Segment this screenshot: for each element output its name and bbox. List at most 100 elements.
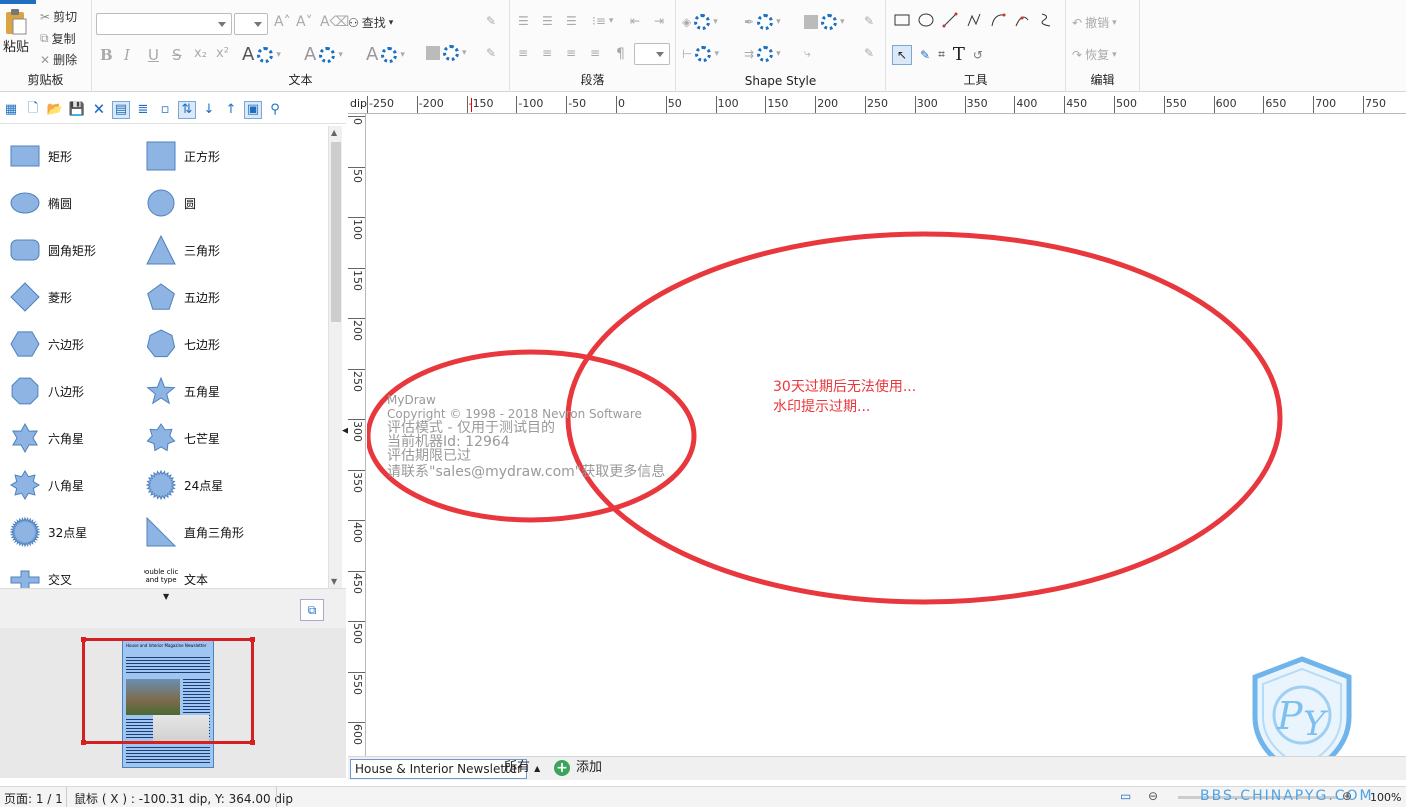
shape-item-rounded-rectangle[interactable]: 圆角矩形 (8, 234, 96, 266)
style-brush-button[interactable]: ✎ (864, 46, 874, 60)
sort-ascending-icon[interactable]: ↓ (200, 101, 218, 119)
bullets-button[interactable]: ⁝≡ ▾ (592, 14, 613, 28)
shape-item-text[interactable]: Double clickand type 文本 (144, 563, 208, 588)
cut-button[interactable]: ✂ 剪切 (40, 8, 77, 25)
scroll-thumb[interactable] (331, 142, 341, 322)
collapse-arrow-icon[interactable]: ▼ (163, 592, 169, 601)
shadow-style-button[interactable]: ▾ (804, 14, 845, 30)
line-tool-icon[interactable] (942, 12, 958, 28)
connector-tool-icon[interactable]: ⌗ (938, 47, 945, 62)
align-bottom-button[interactable]: ☰ (566, 14, 577, 28)
shape-item-star-32[interactable]: 32点星 (8, 516, 87, 548)
page-tab-active[interactable]: House & Interior Newsletter (350, 759, 528, 779)
align-left-button[interactable]: ≡ (518, 46, 528, 60)
align-right-button[interactable]: ≡ (566, 46, 576, 60)
freehand-tool-icon[interactable] (1038, 12, 1054, 28)
font-size-select[interactable] (234, 13, 268, 35)
shape-item-star-6[interactable]: 六角星 (8, 422, 84, 454)
pencil-tool-icon[interactable]: ✎ (920, 48, 930, 62)
line-style-button[interactable]: ✒ ▾ (744, 14, 781, 30)
shape-item-ellipse[interactable]: 椭圆 (8, 187, 72, 219)
viewport-handle[interactable] (81, 740, 86, 745)
style-picker-button[interactable]: ✎ (864, 14, 874, 28)
align-center-button[interactable]: ≡ (542, 46, 552, 60)
shrink-font-button[interactable]: A˅ (296, 14, 313, 30)
viewport-rectangle[interactable] (81, 637, 255, 745)
copy-button[interactable]: ⧉ 复制 (40, 30, 76, 47)
annotation-text[interactable]: 30天过期后无法使用... 水印提示过期... (773, 377, 916, 417)
font-family-select[interactable] (96, 13, 232, 35)
new-library-icon[interactable]: 🗋 (24, 101, 42, 119)
shape-item-star-7[interactable]: 七芒星 (144, 422, 220, 454)
library-menu-icon[interactable]: ▦ (2, 101, 20, 119)
shape-item-triangle[interactable]: 三角形 (144, 234, 220, 266)
pointer-tool[interactable]: ↖ (892, 44, 912, 65)
font-color-button[interactable]: A ▾ (242, 44, 281, 65)
paste-button[interactable]: 粘贴 (2, 8, 30, 56)
ellipse-tool-icon[interactable] (918, 12, 934, 28)
format-painter-button[interactable]: ✎ (486, 14, 496, 28)
clear-format-button[interactable]: A⌫ (320, 14, 349, 30)
superscript-button[interactable]: x² (216, 46, 229, 61)
rectangle-tool-icon[interactable] (894, 12, 910, 28)
drawing-canvas[interactable]: MyDraw Copyright © 1998 - 2018 Nevron So… (367, 115, 1406, 758)
large-ellipse[interactable] (565, 231, 1283, 605)
strikethrough-button[interactable]: S (172, 46, 182, 64)
decrease-indent-button[interactable]: ⇤ (630, 14, 640, 28)
delete-button[interactable]: ✕ 删除 (40, 51, 77, 68)
arc-tool-icon[interactable] (990, 12, 1006, 28)
shape-item-right-triangle[interactable]: 直角三角形 (144, 516, 244, 548)
lasso-tool-icon[interactable]: ↺ (973, 48, 983, 62)
pan-zoom-button[interactable]: ⧉ (300, 599, 324, 621)
shape-library-scrollbar[interactable]: ▲ ▼ (328, 126, 342, 588)
redo-button[interactable]: ↷ 恢复 ▾ (1072, 46, 1117, 63)
open-library-icon[interactable]: 📂 (46, 101, 64, 119)
undo-button[interactable]: ↶ 撤销 ▾ (1072, 14, 1117, 31)
list-view-icon[interactable]: ≣ (134, 101, 152, 119)
save-library-icon[interactable]: 💾 (68, 101, 86, 119)
shape-item-rectangle[interactable]: 矩形 (8, 140, 72, 172)
sort-icon[interactable]: ⇅ (178, 100, 196, 119)
shape-item-diamond[interactable]: 菱形 (8, 281, 72, 313)
shape-item-circle[interactable]: 圆 (144, 187, 196, 219)
shape-item-star-8[interactable]: 八角星 (8, 469, 84, 501)
text-brush-button[interactable]: ✎ (486, 46, 496, 60)
shape-item-star-24[interactable]: 24点星 (144, 469, 223, 501)
fit-page-icon[interactable]: ▭ (1120, 789, 1131, 803)
all-pages-button[interactable]: 所有 ▲ (504, 759, 540, 778)
zoom-in-icon[interactable]: ⊕ (1342, 789, 1352, 803)
curve-tool-icon[interactable] (1014, 12, 1030, 28)
end-arrow-button[interactable]: ⇉ ▾ (744, 46, 781, 62)
scroll-up-icon[interactable]: ▲ (331, 128, 337, 137)
find-button[interactable]: ⚇ 查找 ▾ (348, 14, 393, 31)
justify-button[interactable]: ≡ (590, 46, 600, 60)
shape-item-heptagon[interactable]: 七边形 (144, 328, 220, 360)
shape-item-square[interactable]: 正方形 (144, 140, 220, 172)
sort-descending-icon[interactable]: ↑ (222, 101, 240, 119)
underline-button[interactable]: U (148, 46, 159, 64)
text-shadow-button[interactable]: ▾ (426, 45, 467, 61)
shape-item-octagon[interactable]: 八边形 (8, 375, 84, 407)
viewport-handle[interactable] (250, 740, 255, 745)
large-icons-view-icon[interactable]: ▤ (112, 100, 130, 119)
show-details-icon[interactable]: ▣ (244, 100, 262, 119)
text-outline-button[interactable]: A ▾ (304, 44, 343, 65)
search-icon[interactable]: ⚲ (266, 101, 284, 119)
scroll-down-icon[interactable]: ▼ (331, 577, 337, 586)
text-tool-icon[interactable]: T (953, 44, 965, 65)
text-highlight-button[interactable]: A ▾ (366, 44, 405, 65)
add-page-button[interactable]: + 添加 (554, 759, 602, 777)
viewport-handle[interactable] (81, 637, 86, 642)
delete-library-icon[interactable]: 🗙 (90, 101, 108, 119)
fill-button[interactable]: ◈ ▾ (682, 14, 718, 30)
small-icons-view-icon[interactable]: ▫ (156, 101, 174, 119)
shape-item-pentagon[interactable]: 五边形 (144, 281, 220, 313)
connector-style-button[interactable]: ⤷ (804, 46, 811, 61)
shape-item-hexagon[interactable]: 六边形 (8, 328, 84, 360)
grow-font-button[interactable]: A˄ (274, 14, 291, 30)
bold-button[interactable]: B (100, 46, 113, 64)
polyline-tool-icon[interactable] (966, 12, 982, 28)
subscript-button[interactable]: x₂ (194, 46, 207, 61)
viewport-handle[interactable] (250, 637, 255, 642)
shape-item-star-5[interactable]: 五角星 (144, 375, 220, 407)
